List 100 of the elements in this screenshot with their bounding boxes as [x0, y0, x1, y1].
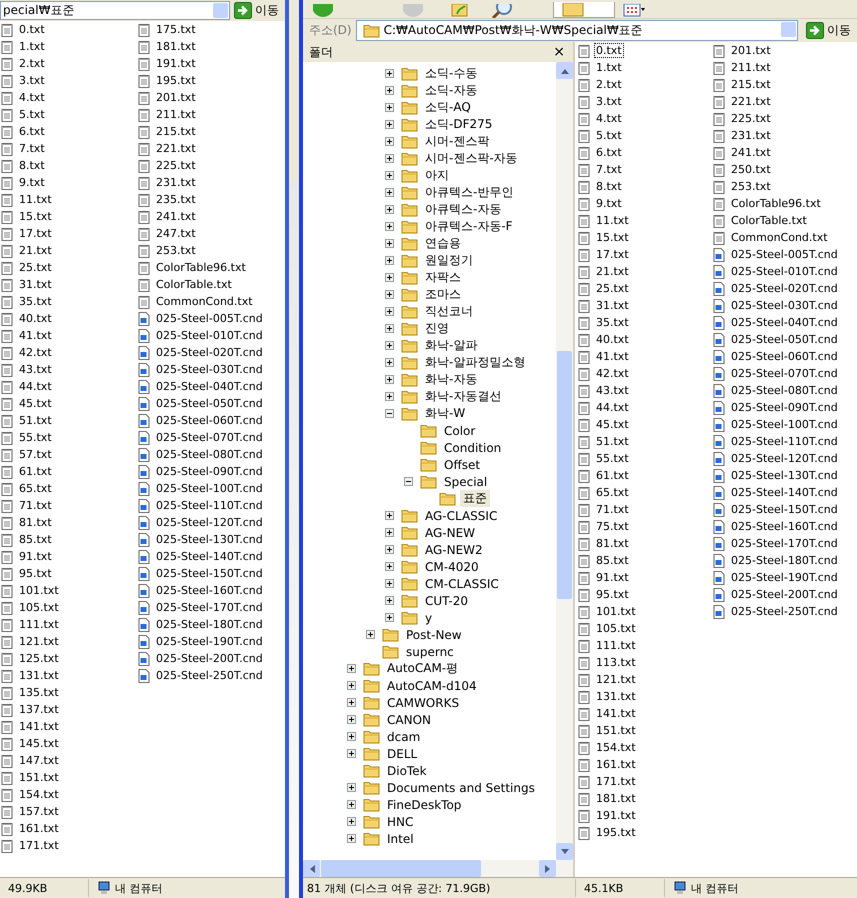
file-name[interactable]: 41.txt [594, 349, 631, 364]
expand-icon[interactable] [385, 154, 394, 163]
file-name[interactable]: 025-Steel-120T.cnd [154, 515, 265, 530]
file-name[interactable]: 85.txt [594, 553, 631, 568]
collapse-icon[interactable] [385, 409, 394, 418]
file-name[interactable]: 181.txt [154, 39, 198, 54]
folder-name[interactable]: AG-NEW2 [422, 542, 486, 556]
expand-icon[interactable] [347, 800, 356, 809]
file-name[interactable]: 201.txt [729, 43, 773, 58]
file-name[interactable]: 181.txt [594, 791, 638, 806]
file-name[interactable]: 65.txt [17, 481, 54, 496]
file-name[interactable]: 6.txt [17, 124, 47, 139]
close-button[interactable]: × [551, 44, 567, 60]
file-name[interactable]: 81.txt [594, 536, 631, 551]
file-name[interactable]: 35.txt [17, 294, 54, 309]
file-name[interactable]: 147.txt [17, 753, 61, 768]
file-name[interactable]: 025-Steel-150T.cnd [729, 502, 840, 517]
file-name[interactable]: 43.txt [17, 362, 54, 377]
file-name[interactable]: 44.txt [17, 379, 54, 394]
file-name[interactable]: 025-Steel-180T.cnd [154, 617, 265, 632]
expand-icon[interactable] [385, 596, 394, 605]
file-name[interactable]: 131.txt [594, 689, 638, 704]
file-name[interactable]: 105.txt [594, 621, 638, 636]
expand-icon[interactable] [347, 664, 356, 673]
file-name[interactable]: ColorTable.txt [154, 277, 234, 292]
file-name[interactable]: 025-Steel-090T.cnd [154, 464, 265, 479]
file-name[interactable]: 211.txt [154, 107, 198, 122]
file-name[interactable]: 231.txt [154, 175, 198, 190]
file-name[interactable]: 95.txt [17, 566, 54, 581]
file-name[interactable]: 195.txt [594, 825, 638, 840]
file-name[interactable]: 51.txt [17, 413, 54, 428]
expand-icon[interactable] [385, 120, 394, 129]
expand-icon[interactable] [385, 205, 394, 214]
file-name[interactable]: 175.txt [154, 22, 198, 37]
file-name[interactable]: 215.txt [729, 77, 773, 92]
file-name[interactable]: 42.txt [594, 366, 631, 381]
file-name[interactable]: 250.txt [729, 162, 773, 177]
file-name[interactable]: 141.txt [594, 706, 638, 721]
file-name[interactable]: ColorTable96.txt [154, 260, 248, 275]
file-name[interactable]: 025-Steel-170T.cnd [729, 536, 840, 551]
file-name[interactable]: 71.txt [594, 502, 631, 517]
expand-icon[interactable] [347, 749, 356, 758]
file-name[interactable]: 81.txt [17, 515, 54, 530]
expand-icon[interactable] [385, 562, 394, 571]
file-name[interactable]: 15.txt [17, 209, 54, 224]
file-name[interactable]: 44.txt [594, 400, 631, 415]
file-name[interactable]: 215.txt [154, 124, 198, 139]
folder-name[interactable]: Intel [384, 832, 417, 846]
file-name[interactable]: 025-Steel-250T.cnd [154, 668, 265, 683]
file-name[interactable]: 025-Steel-130T.cnd [154, 532, 265, 547]
file-name[interactable]: 025-Steel-010T.cnd [729, 264, 840, 279]
file-name[interactable]: 25.txt [17, 260, 54, 275]
file-name[interactable]: 025-Steel-080T.cnd [154, 447, 265, 462]
file-name[interactable]: 025-Steel-020T.cnd [729, 281, 840, 296]
file-name[interactable]: ColorTable.txt [729, 213, 809, 228]
file-name[interactable]: 025-Steel-020T.cnd [154, 345, 265, 360]
file-name[interactable]: 91.txt [594, 570, 631, 585]
folder-name[interactable]: 소딕-AQ [422, 99, 474, 116]
file-name[interactable]: 171.txt [594, 774, 638, 789]
file-name[interactable]: 025-Steel-070T.cnd [729, 366, 840, 381]
folder-name[interactable]: 원일정기 [422, 252, 476, 269]
expand-icon[interactable] [385, 137, 394, 146]
file-name[interactable]: 9.txt [17, 175, 47, 190]
folder-name[interactable]: CUT-20 [422, 594, 471, 608]
file-name[interactable]: 225.txt [729, 111, 773, 126]
folder-name[interactable]: 시머-젠스팍 [422, 133, 492, 150]
back-icon[interactable] [313, 4, 333, 18]
file-name[interactable]: 4.txt [17, 90, 47, 105]
expand-icon[interactable] [385, 256, 394, 265]
file-name[interactable]: 51.txt [594, 434, 631, 449]
file-name[interactable]: 125.txt [17, 651, 61, 666]
expand-icon[interactable] [385, 358, 394, 367]
file-name[interactable]: 161.txt [594, 757, 638, 772]
file-name[interactable]: 61.txt [17, 464, 54, 479]
file-name[interactable]: 45.txt [594, 417, 631, 432]
expand-icon[interactable] [385, 307, 394, 316]
file-name[interactable]: 25.txt [594, 281, 631, 296]
file-name[interactable]: 201.txt [154, 90, 198, 105]
file-name[interactable]: 57.txt [17, 447, 54, 462]
file-name[interactable]: 025-Steel-110T.cnd [729, 434, 840, 449]
file-name[interactable]: 111.txt [594, 638, 638, 653]
file-name[interactable]: 157.txt [17, 804, 61, 819]
expand-icon[interactable] [385, 375, 394, 384]
folder-name[interactable]: CAMWORKS [384, 696, 462, 710]
file-name[interactable]: 35.txt [594, 315, 631, 330]
file-name[interactable]: 40.txt [594, 332, 631, 347]
folder-name[interactable]: 소딕-자동 [422, 82, 480, 99]
folder-name[interactable]: 화낙-자동 [422, 371, 480, 388]
file-name[interactable]: 025-Steel-030T.cnd [729, 298, 840, 313]
expand-icon[interactable] [366, 630, 375, 639]
folder-name[interactable]: 조마스 [422, 286, 464, 303]
folder-name[interactable]: Offset [441, 458, 484, 472]
folder-name[interactable]: 시머-젠스팍-자동 [422, 150, 521, 167]
file-name[interactable]: 5.txt [17, 107, 47, 122]
file-name[interactable]: 161.txt [17, 821, 61, 836]
file-name[interactable]: 11.txt [17, 192, 54, 207]
file-name[interactable]: 71.txt [17, 498, 54, 513]
folder-name[interactable]: Color [441, 424, 478, 438]
file-name[interactable]: 025-Steel-100T.cnd [729, 417, 840, 432]
file-name[interactable]: 113.txt [594, 655, 638, 670]
